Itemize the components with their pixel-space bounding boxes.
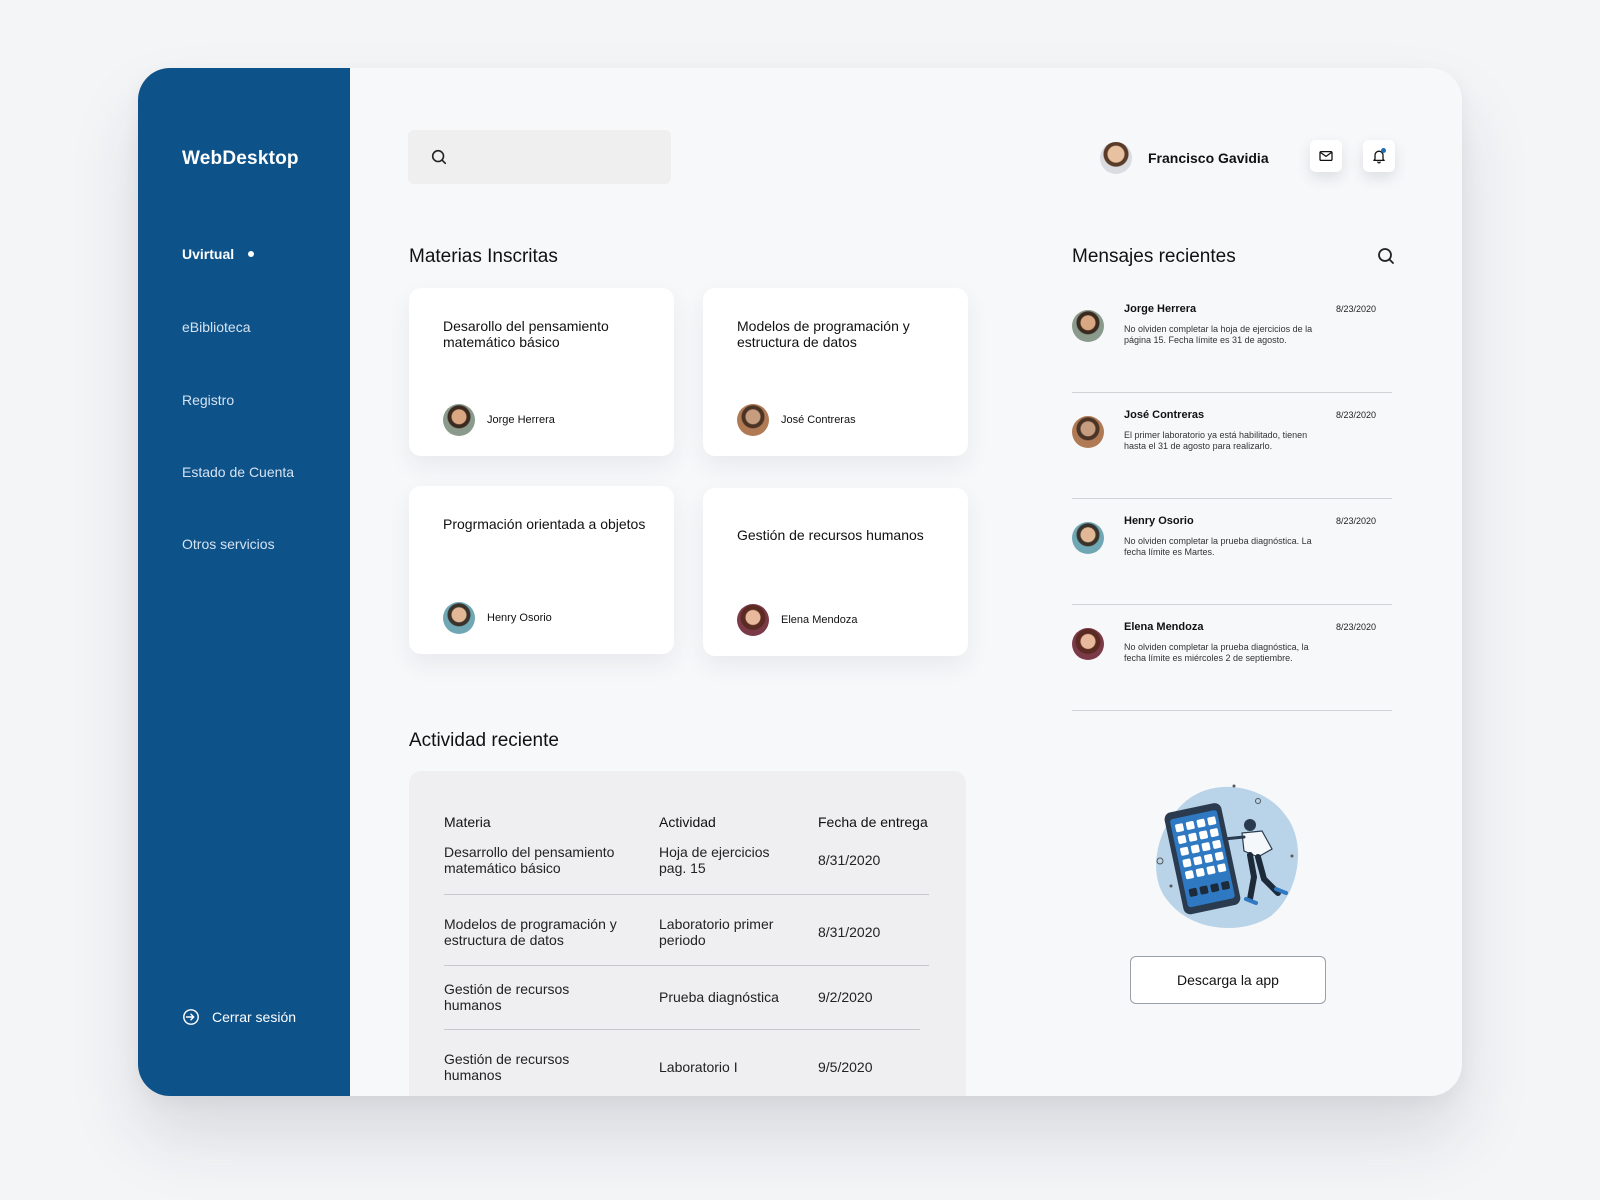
- message-preview: No olviden completar la hoja de ejercici…: [1124, 324, 1313, 345]
- sidebar-item-label: Otros servicios: [182, 536, 275, 552]
- message-preview: El primer laboratorio ya está habilitado…: [1124, 430, 1308, 451]
- activity-table: Materia Actividad Fecha de entrega Desar…: [409, 771, 966, 1096]
- table-cell-materia: Desarrollo del pensamiento matemático bá…: [444, 844, 615, 876]
- avatar: [1072, 522, 1104, 554]
- course-title: Gestión de recursos humanos: [737, 527, 924, 543]
- message-sender: José Contreras: [1124, 409, 1205, 421]
- teacher-name: José Contreras: [781, 414, 856, 426]
- mail-button[interactable]: [1310, 140, 1342, 172]
- sidebar-item-estado-de-cuenta[interactable]: Estado de Cuenta: [182, 464, 294, 480]
- table-cell-fecha: 8/31/2020: [818, 924, 881, 940]
- course-card[interactable]: Modelos de programación y estructura de …: [703, 288, 968, 456]
- table-cell-fecha: 8/31/2020: [818, 852, 881, 868]
- sidebar-item-registro[interactable]: Registro: [182, 392, 234, 408]
- avatar: [1072, 628, 1104, 660]
- search-bar[interactable]: [408, 130, 671, 184]
- logout-button[interactable]: Cerrar sesión: [182, 1008, 296, 1026]
- table-cell-materia: Gestión de recursos humanos: [444, 981, 570, 1013]
- course-teacher: José Contreras: [737, 404, 856, 436]
- row-divider: [444, 894, 929, 895]
- column-header-materia: Materia: [444, 814, 491, 830]
- teacher-name: Elena Mendoza: [781, 614, 858, 626]
- notification-badge: [1381, 148, 1386, 153]
- sidebar-item-ebiblioteca[interactable]: eBiblioteca: [182, 319, 251, 335]
- app-window: WebDesktop Uvirtual eBiblioteca Registro…: [138, 68, 1462, 1096]
- message-item[interactable]: José Contreras 8/23/2020 El primer labor…: [1072, 396, 1392, 500]
- course-card[interactable]: Progrmación orientada a objetos Henry Os…: [409, 486, 674, 654]
- sidebar-item-uvirtual[interactable]: Uvirtual: [182, 246, 255, 262]
- message-date: 8/23/2020: [1336, 516, 1377, 526]
- sidebar: WebDesktop Uvirtual eBiblioteca Registro…: [138, 68, 350, 1096]
- message-sender: Elena Mendoza: [1124, 621, 1204, 633]
- message-preview: No olviden completar la prueba diagnósti…: [1124, 536, 1312, 557]
- messages-section-title: Mensajes recientes: [1072, 246, 1236, 267]
- message-divider: [1072, 710, 1392, 711]
- avatar: [737, 404, 769, 436]
- message-item[interactable]: Henry Osorio 8/23/2020 No olviden comple…: [1072, 502, 1392, 606]
- row-divider: [444, 1029, 920, 1030]
- active-indicator-dot: [248, 251, 255, 258]
- table-cell-fecha: 9/2/2020: [818, 989, 873, 1005]
- table-cell-materia: Modelos de programación y estructura de …: [444, 916, 617, 948]
- avatar: [443, 602, 475, 634]
- activity-section-title: Actividad reciente: [409, 730, 559, 751]
- download-app-button[interactable]: Descarga la app: [1130, 956, 1326, 1004]
- sidebar-item-label: Registro: [182, 392, 235, 408]
- avatar: [1072, 416, 1104, 448]
- user-profile[interactable]: Francisco Gavidia: [1100, 142, 1269, 174]
- avatar: [443, 404, 475, 436]
- course-title: Progrmación orientada a objetos: [443, 516, 646, 532]
- column-header-actividad: Actividad: [659, 814, 716, 830]
- avatar: [737, 604, 769, 636]
- notifications-button[interactable]: [1363, 140, 1395, 172]
- row-divider: [444, 965, 929, 966]
- phone-illustration: [1156, 784, 1298, 928]
- message-date: 8/23/2020: [1336, 410, 1377, 420]
- column-header-fecha: Fecha de entrega: [818, 814, 928, 830]
- message-preview: No olviden completar la prueba diagnósti…: [1124, 642, 1309, 663]
- message-item[interactable]: Elena Mendoza 8/23/2020 No olviden compl…: [1072, 608, 1392, 712]
- table-cell-actividad: Laboratorio primer periodo: [659, 916, 774, 948]
- table-cell-materia: Gestión de recursos humanos: [444, 1051, 570, 1083]
- message-divider: [1072, 604, 1392, 605]
- logo: WebDesktop: [182, 148, 299, 169]
- sidebar-item-label: Uvirtual: [182, 246, 235, 262]
- table-cell-actividad: Prueba diagnóstica: [659, 989, 779, 1005]
- message-item[interactable]: Jorge Herrera 8/23/2020 No olviden compl…: [1072, 290, 1392, 394]
- sidebar-item-label: Estado de Cuenta: [182, 464, 295, 480]
- course-title: Modelos de programación y estructura de …: [737, 318, 910, 350]
- table-cell-fecha: 9/5/2020: [818, 1059, 873, 1075]
- message-date: 8/23/2020: [1336, 622, 1377, 632]
- sidebar-item-otros-servicios[interactable]: Otros servicios: [182, 536, 275, 552]
- message-divider: [1072, 498, 1392, 499]
- user-name: Francisco Gavidia: [1148, 150, 1269, 166]
- search-icon: [431, 149, 447, 165]
- course-teacher: Jorge Herrera: [443, 404, 555, 436]
- table-cell-actividad: Laboratorio I: [659, 1059, 738, 1075]
- message-divider: [1072, 392, 1392, 393]
- message-sender: Jorge Herrera: [1124, 303, 1197, 315]
- course-card[interactable]: Desarollo del pensamiento matemático bás…: [409, 288, 674, 456]
- mail-icon: [1319, 150, 1333, 162]
- sidebar-item-label: eBiblioteca: [182, 319, 251, 335]
- table-cell-actividad: Hoja de ejercicios pag. 15: [659, 844, 770, 876]
- logout-icon: [183, 1009, 199, 1025]
- logout-label: Cerrar sesión: [212, 1009, 297, 1025]
- teacher-name: Jorge Herrera: [487, 414, 555, 426]
- course-card[interactable]: Gestión de recursos humanos Elena Mendoz…: [703, 488, 968, 656]
- teacher-name: Henry Osorio: [487, 612, 552, 624]
- courses-section-title: Materias Inscritas: [409, 246, 558, 267]
- search-input[interactable]: [460, 149, 650, 165]
- course-teacher: Elena Mendoza: [737, 604, 857, 636]
- search-icon[interactable]: [1376, 246, 1396, 266]
- course-teacher: Henry Osorio: [443, 602, 552, 634]
- message-sender: Henry Osorio: [1124, 515, 1194, 527]
- course-title: Desarollo del pensamiento matemático bás…: [443, 318, 609, 350]
- message-date: 8/23/2020: [1336, 304, 1377, 314]
- avatar: [1100, 142, 1132, 174]
- avatar: [1072, 310, 1104, 342]
